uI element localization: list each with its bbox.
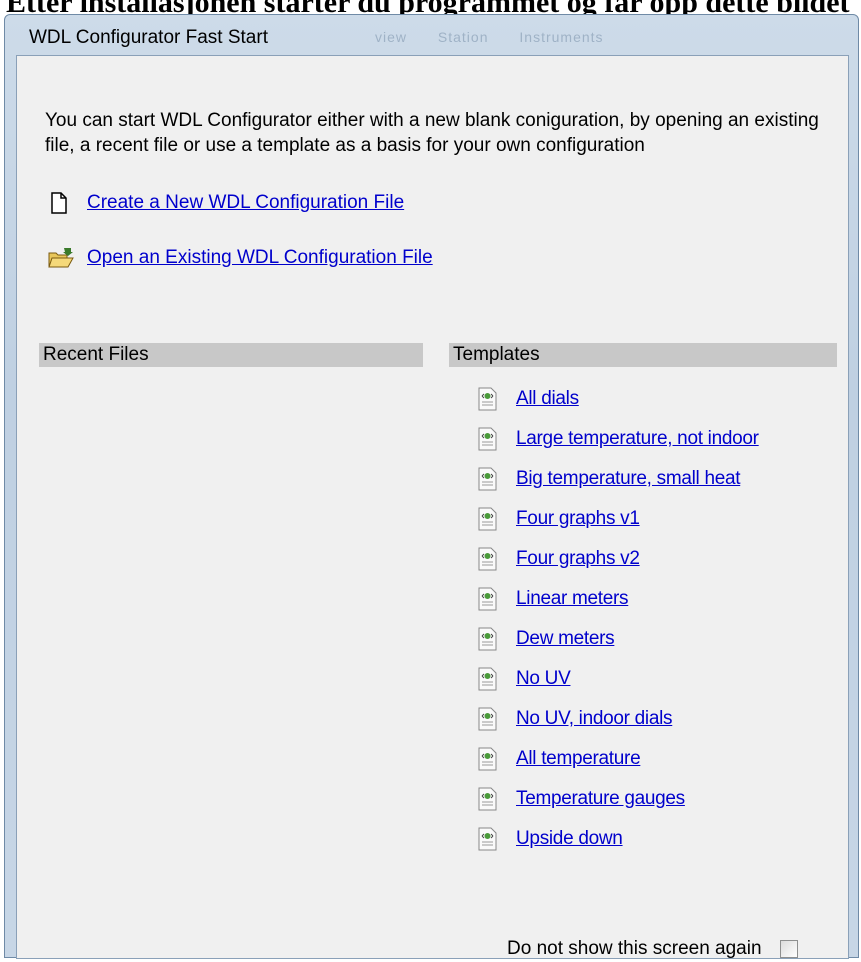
template-item-label[interactable]: Dew meters — [516, 628, 615, 650]
template-item[interactable]: Upside down — [462, 819, 842, 859]
intro-text: You can start WDL Configurator either wi… — [45, 110, 819, 156]
template-file-icon — [476, 507, 498, 531]
template-item-label[interactable]: Big temperature, small heat — [516, 468, 741, 490]
template-item-label[interactable]: All temperature — [516, 748, 641, 770]
template-item[interactable]: No UV, indoor dials — [462, 699, 842, 739]
dialog-client-area: You can start WDL Configurator either wi… — [16, 55, 849, 959]
template-item[interactable]: Temperature gauges — [462, 779, 842, 819]
template-file-icon — [476, 467, 498, 491]
ghost-tab: Station — [437, 29, 489, 45]
template-item-label[interactable]: No UV, indoor dials — [516, 708, 673, 730]
template-item[interactable]: All dials — [462, 379, 842, 419]
create-new-file-link[interactable]: Create a New WDL Configuration File — [47, 191, 404, 215]
open-folder-icon — [47, 246, 75, 270]
fast-start-window: WDL Configurator Fast Start view Station… — [4, 14, 859, 959]
template-item[interactable]: Dew meters — [462, 619, 842, 659]
template-file-icon — [476, 427, 498, 451]
templates-list: All dials Large temperature, not indoor — [462, 379, 842, 859]
template-file-icon — [476, 547, 498, 571]
template-item[interactable]: All temperature — [462, 739, 842, 779]
background-tabs: view Station Instruments — [375, 29, 630, 45]
template-item-label[interactable]: Four graphs v2 — [516, 548, 640, 570]
template-file-icon — [476, 387, 498, 411]
template-item[interactable]: Four graphs v2 — [462, 539, 842, 579]
new-file-icon — [47, 191, 75, 215]
template-item[interactable]: Four graphs v1 — [462, 499, 842, 539]
template-item-label[interactable]: All dials — [516, 388, 579, 410]
template-item[interactable]: No UV — [462, 659, 842, 699]
template-file-icon — [476, 707, 498, 731]
template-item-label[interactable]: No UV — [516, 668, 571, 690]
ghost-tab: Instruments — [519, 29, 604, 45]
templates-header: Templates — [449, 343, 837, 367]
template-item-label[interactable]: Temperature gauges — [516, 788, 685, 810]
window-title: WDL Configurator Fast Start — [29, 27, 268, 48]
template-file-icon — [476, 667, 498, 691]
template-item-label[interactable]: Linear meters — [516, 588, 629, 610]
template-item-label[interactable]: Large temperature, not indoor — [516, 428, 759, 450]
template-file-icon — [476, 827, 498, 851]
dont-show-again-checkbox[interactable] — [779, 940, 798, 958]
open-existing-file-label[interactable]: Open an Existing WDL Configuration File — [87, 247, 433, 269]
title-bar[interactable]: WDL Configurator Fast Start view Station… — [5, 15, 858, 55]
template-item-label[interactable]: Upside down — [516, 828, 623, 850]
recent-files-header: Recent Files — [39, 343, 423, 367]
template-item[interactable]: Linear meters — [462, 579, 842, 619]
create-new-file-label[interactable]: Create a New WDL Configuration File — [87, 192, 404, 214]
template-item-label[interactable]: Four graphs v1 — [516, 508, 640, 530]
template-file-icon — [476, 787, 498, 811]
ghost-tab: view — [375, 29, 408, 45]
template-file-icon — [476, 747, 498, 771]
dont-show-again-label: Do not show this screen again — [507, 938, 762, 959]
open-existing-file-link[interactable]: Open an Existing WDL Configuration File — [47, 246, 433, 270]
template-file-icon — [476, 627, 498, 651]
dont-show-again-row: Do not show this screen again — [507, 938, 798, 960]
template-item[interactable]: Large temperature, not indoor — [462, 419, 842, 459]
template-item[interactable]: Big temperature, small heat — [462, 459, 842, 499]
template-file-icon — [476, 587, 498, 611]
